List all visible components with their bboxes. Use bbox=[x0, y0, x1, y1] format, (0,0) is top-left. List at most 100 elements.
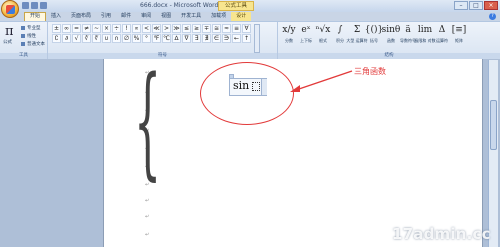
symbol-button[interactable]: ~ bbox=[92, 24, 101, 33]
structure-button[interactable]: Δ 运算符 bbox=[434, 23, 450, 53]
normal-text-label: 普通文本 bbox=[27, 42, 45, 47]
symbol-button[interactable]: √ bbox=[72, 34, 81, 43]
symbol-button[interactable]: ≠ bbox=[82, 24, 91, 33]
paragraph-mark: ↵ bbox=[145, 198, 150, 204]
structure-button[interactable]: {()} 括号 bbox=[365, 23, 383, 53]
symbol-button[interactable]: ≫ bbox=[172, 24, 181, 33]
structure-button[interactable]: ⁿ√x 根式 bbox=[315, 23, 331, 53]
symbol-button[interactable]: ∂ bbox=[62, 34, 71, 43]
symbol-button[interactable]: ≪ bbox=[152, 24, 161, 33]
symbol-button[interactable]: ± bbox=[52, 24, 61, 33]
maximize-button[interactable]: □ bbox=[469, 1, 483, 10]
structure-button[interactable]: eˣ 上下标 bbox=[298, 23, 314, 53]
linear-option[interactable]: 线性 bbox=[21, 33, 45, 39]
tab-view[interactable]: 视图 bbox=[156, 12, 176, 21]
professional-option[interactable]: 专业型 bbox=[21, 25, 45, 31]
tab-home[interactable]: 开始 bbox=[24, 12, 47, 21]
structure-icon: ä bbox=[405, 25, 411, 35]
structures-row: x/y 分数 eˣ 上下标 ⁿ√x 根式 ∫ 积分 Σ 大型 运算符{()} 括号 sinθ 函数 ä 导数… bbox=[281, 23, 467, 53]
symbol-button[interactable]: ← bbox=[232, 34, 241, 43]
structure-button[interactable]: x/y 分数 bbox=[281, 23, 297, 53]
symbol-button[interactable]: ∋ bbox=[222, 34, 231, 43]
equation-pi-icon[interactable]: π bbox=[5, 25, 14, 38]
annotation-arrow bbox=[290, 70, 353, 92]
symbol-button[interactable]: ≅ bbox=[212, 24, 221, 33]
structure-label: 矩阵 bbox=[455, 38, 463, 43]
left-brace: { bbox=[134, 50, 162, 192]
symbol-button[interactable]: < bbox=[142, 24, 151, 33]
symbol-button[interactable]: % bbox=[132, 34, 141, 43]
help-icon[interactable]: ? bbox=[489, 13, 496, 20]
symbol-button[interactable]: ∞ bbox=[62, 24, 71, 33]
tab-addins[interactable]: 加载项 bbox=[206, 12, 231, 21]
structure-button[interactable]: [≡] 矩阵 bbox=[451, 23, 467, 53]
vertical-scrollbar[interactable] bbox=[488, 60, 498, 247]
symbol-button[interactable]: ∈ bbox=[212, 34, 221, 43]
office-button[interactable] bbox=[1, 0, 19, 18]
window-title: 666.docx - Microsoft Word bbox=[140, 2, 219, 9]
structure-icon: ⁿ√x bbox=[315, 25, 331, 35]
symbol-button[interactable]: ∆ bbox=[172, 34, 181, 43]
structure-label: 括号 bbox=[370, 38, 378, 43]
symbols-group: ± ∞ = ≠ ~ × ÷! ∝ < ≪ > ≫ ≤ ≥ ∓ ≅ ≈ ≡ ∀ ∁ ∂ √ ∛ ∜ ∪ ∩ ∅% ° ℉ ℃ ∆ ∇ ∃ ∄ ∈ ∋ ← ↑… bbox=[48, 22, 278, 59]
redo-icon[interactable] bbox=[40, 2, 47, 9]
tab-review[interactable]: 审阅 bbox=[136, 12, 156, 21]
symbol-button[interactable]: ∁ bbox=[52, 34, 61, 43]
close-button[interactable]: × bbox=[484, 1, 498, 10]
symbol-button[interactable]: ↑ bbox=[242, 34, 251, 43]
symbol-gallery: ± ∞ = ≠ ~ × ÷! ∝ < ≪ > ≫ ≤ ≥ ∓ ≅ ≈ ≡ ∀ ∁ ∂ √ ∛ ∜ ∪ ∩ ∅% ° ℉ ℃ ∆ ∇ ∃ ∄ ∈ ∋ ← ↑ bbox=[52, 24, 251, 43]
structure-icon: Δ bbox=[438, 25, 446, 35]
symbol-button[interactable]: ∅ bbox=[122, 34, 131, 43]
title-bar: 666.docx - Microsoft Word 公式工具 – □ × bbox=[0, 0, 500, 12]
symbol-button[interactable]: ∩ bbox=[112, 34, 121, 43]
linear-label: 线性 bbox=[27, 34, 36, 39]
symbol-button[interactable]: ÷ bbox=[112, 24, 121, 33]
symbol-button[interactable]: ∇ bbox=[182, 34, 191, 43]
symbol-button[interactable]: ℉ bbox=[152, 34, 161, 43]
normal-text-option[interactable]: 普通文本 bbox=[21, 41, 45, 47]
structure-label: 分数 bbox=[285, 38, 293, 43]
structure-icon: eˣ bbox=[301, 25, 311, 35]
tab-references[interactable]: 引用 bbox=[96, 12, 116, 21]
symbol-button[interactable]: ° bbox=[142, 34, 151, 43]
symbol-button[interactable]: > bbox=[162, 24, 171, 33]
symbol-button[interactable]: ∀ bbox=[242, 24, 251, 33]
tab-developer[interactable]: 开发工具 bbox=[176, 12, 206, 21]
structure-label: 根式 bbox=[319, 38, 327, 43]
symbol-button[interactable]: ∪ bbox=[102, 34, 111, 43]
symbol-button[interactable]: ∃ bbox=[192, 34, 201, 43]
structure-button[interactable]: Σ 大型 运算符 bbox=[346, 23, 367, 53]
scroll-thumb[interactable] bbox=[490, 100, 497, 150]
structure-icon: ∫ bbox=[337, 25, 343, 35]
structure-icon: Σ bbox=[353, 25, 361, 35]
symbol-button[interactable]: ℃ bbox=[162, 34, 171, 43]
minimize-button[interactable]: – bbox=[454, 1, 468, 10]
tab-design[interactable]: 设计 bbox=[231, 12, 252, 21]
symbol-gallery-scroll[interactable] bbox=[254, 24, 260, 53]
undo-icon[interactable] bbox=[31, 2, 38, 9]
symbol-button[interactable]: ∜ bbox=[92, 34, 101, 43]
symbol-button[interactable]: ≥ bbox=[192, 24, 201, 33]
quick-access-toolbar bbox=[22, 2, 47, 10]
tab-insert[interactable]: 插入 bbox=[46, 12, 66, 21]
tab-page-layout[interactable]: 页面布局 bbox=[66, 12, 96, 21]
symbol-button[interactable]: ∝ bbox=[132, 24, 141, 33]
structures-group: x/y 分数 eˣ 上下标 ⁿ√x 根式 ∫ 积分 Σ 大型 运算符{()} 括号 sinθ 函数 ä 导数… bbox=[278, 22, 500, 59]
symbol-button[interactable]: ≡ bbox=[232, 24, 241, 33]
symbol-button[interactable]: ! bbox=[122, 24, 131, 33]
paragraph-mark: ↵ bbox=[145, 214, 150, 220]
tab-mailings[interactable]: 邮件 bbox=[116, 12, 136, 21]
save-icon[interactable] bbox=[22, 2, 29, 9]
symbol-button[interactable]: = bbox=[72, 24, 81, 33]
structure-button[interactable]: sinθ 函数 bbox=[382, 23, 401, 53]
structure-icon: [≡] bbox=[451, 25, 467, 35]
equation-button-label[interactable]: 公式 bbox=[3, 39, 12, 45]
symbol-button[interactable]: ≤ bbox=[182, 24, 191, 33]
symbol-button[interactable]: ≈ bbox=[222, 24, 231, 33]
structure-button[interactable]: lim 极限和 对数 bbox=[414, 23, 435, 53]
symbol-button[interactable]: × bbox=[102, 24, 111, 33]
symbol-button[interactable]: ∓ bbox=[202, 24, 211, 33]
symbol-button[interactable]: ∛ bbox=[82, 34, 91, 43]
symbol-button[interactable]: ∄ bbox=[202, 34, 211, 43]
structure-label: 积分 bbox=[336, 38, 344, 43]
